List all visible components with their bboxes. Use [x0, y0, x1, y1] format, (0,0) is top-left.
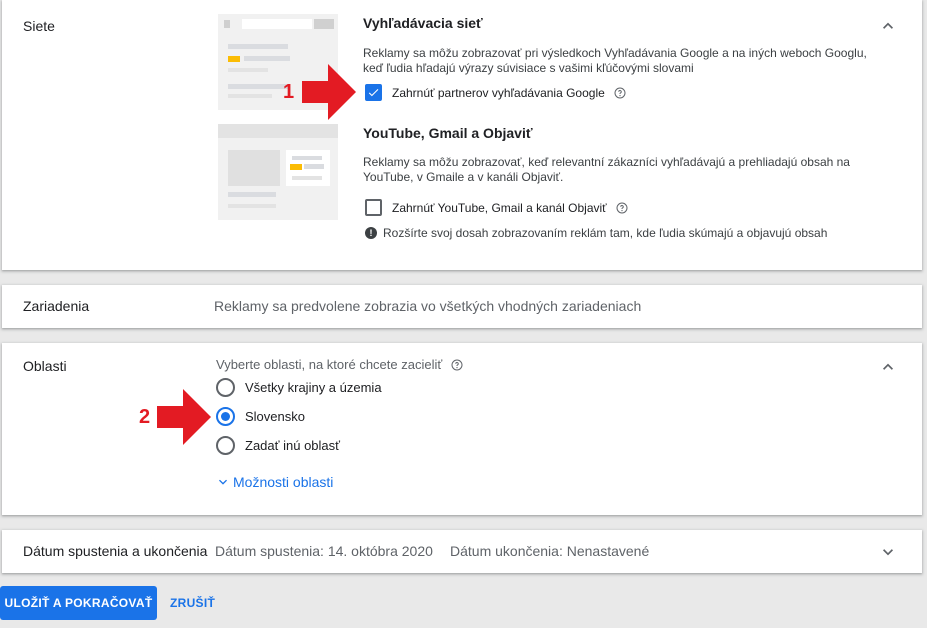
locations-prompt-text: Vyberte oblasti, na ktoré chcete zacieli… — [216, 357, 443, 372]
help-icon[interactable] — [614, 87, 626, 99]
networks-section-title: Siete — [23, 18, 55, 34]
cancel-button[interactable]: ZRUŠIŤ — [170, 586, 215, 620]
location-option-all[interactable]: Všetky krajiny a územia — [216, 378, 382, 397]
location-options-label: Možnosti oblasti — [233, 474, 334, 490]
search-partners-option[interactable]: Zahrnúť partnerov vyhľadávania Google — [365, 84, 626, 101]
expand-chevron-icon[interactable] — [878, 542, 898, 562]
dates-section-title: Dátum spustenia a ukončenia — [23, 543, 208, 559]
location-option-label: Zadať inú oblasť — [245, 438, 341, 453]
location-option-label: Slovensko — [245, 409, 305, 424]
start-date-summary: Dátum spustenia: 14. októbra 2020 — [215, 543, 433, 559]
dates-section[interactable]: Dátum spustenia a ukončenia Dátum spuste… — [2, 530, 922, 573]
help-icon[interactable] — [451, 359, 463, 371]
locations-prompt: Vyberte oblasti, na ktoré chcete zacieli… — [216, 357, 463, 372]
chevron-down-icon — [219, 479, 227, 485]
location-option-slovakia[interactable]: Slovensko — [216, 407, 305, 426]
locations-section-title: Oblasti — [23, 358, 67, 374]
youtube-info: ! Rozšírte svoj dosah zobrazovaním reklá… — [365, 226, 827, 240]
radio-other-location[interactable] — [216, 436, 235, 455]
radio-slovakia[interactable] — [216, 407, 235, 426]
search-network-description: Reklamy sa môžu zobrazovať pri výsledkoc… — [363, 46, 867, 75]
youtube-network-description: Reklamy sa môžu zobrazovať, keď relevant… — [363, 155, 850, 184]
youtube-info-text: Rozšírte svoj dosah zobrazovaním reklám … — [383, 226, 828, 240]
devices-section[interactable]: Zariadenia Reklamy sa predvolene zobrazi… — [2, 285, 922, 328]
annotation-number-2: 2 — [139, 406, 151, 428]
youtube-label: Zahrnúť YouTube, Gmail a kanál Objaviť — [392, 200, 607, 215]
annotation-arrow-1 — [302, 64, 356, 120]
checkmark-icon — [368, 89, 379, 97]
networks-section: Siete Vyhľadávacia sieť Reklamy sa môžu … — [2, 0, 922, 270]
devices-section-title: Zariadenia — [23, 298, 90, 314]
youtube-option[interactable]: Zahrnúť YouTube, Gmail a kanál Objaviť — [365, 199, 628, 216]
help-icon[interactable] — [616, 202, 628, 214]
location-option-label: Všetky krajiny a územia — [245, 380, 382, 395]
search-partners-checkbox[interactable] — [365, 84, 382, 101]
search-partners-label: Zahrnúť partnerov vyhľadávania Google — [392, 85, 605, 100]
search-network-title: Vyhľadávacia sieť — [363, 15, 483, 31]
location-option-other[interactable]: Zadať inú oblasť — [216, 436, 340, 455]
devices-summary: Reklamy sa predvolene zobrazia vo všetký… — [214, 298, 642, 314]
youtube-network-title: YouTube, Gmail a Objaviť — [363, 125, 533, 141]
locations-section: Oblasti Vyberte oblasti, na ktoré chcete… — [2, 343, 922, 515]
collapse-chevron-icon[interactable] — [878, 357, 898, 377]
end-date-summary: Dátum ukončenia: Nenastavené — [450, 543, 650, 559]
save-continue-button[interactable]: ULOŽIŤ A POKRAČOVAŤ — [0, 586, 157, 620]
annotation-arrow-2 — [157, 389, 211, 445]
collapse-chevron-icon[interactable] — [878, 16, 898, 36]
radio-all-countries[interactable] — [216, 378, 235, 397]
youtube-network-illustration — [218, 124, 338, 220]
info-icon: ! — [365, 227, 377, 239]
youtube-checkbox[interactable] — [365, 199, 382, 216]
annotation-number-1: 1 — [283, 81, 295, 103]
location-options-link[interactable]: Možnosti oblasti — [215, 474, 333, 490]
